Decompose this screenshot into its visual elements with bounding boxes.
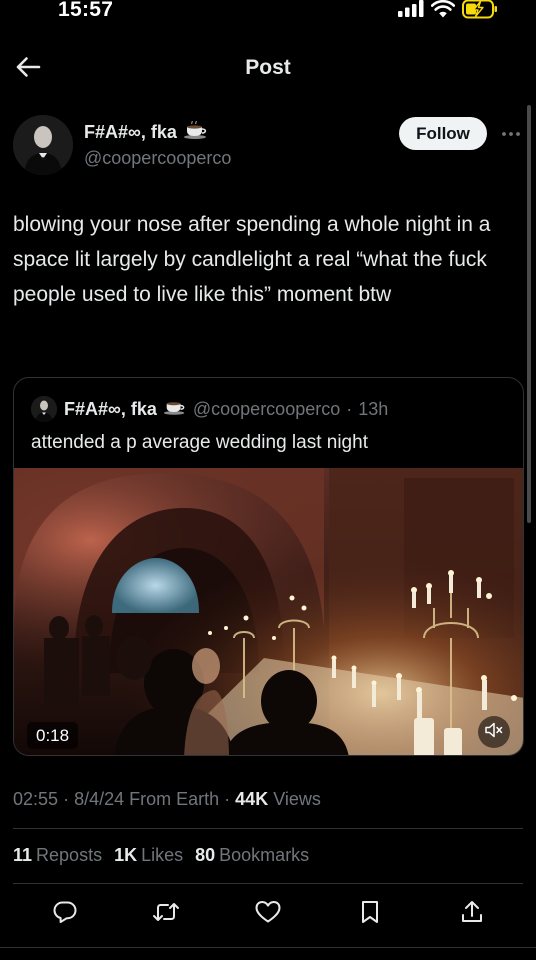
video-duration: 0:18 xyxy=(27,722,79,749)
likes-stat[interactable]: 1K Likes xyxy=(114,845,183,866)
cellular-signal-icon xyxy=(398,0,424,22)
nav-bar: Post xyxy=(0,44,536,94)
bookmark-icon xyxy=(359,899,381,930)
status-time: 15:57 xyxy=(58,0,114,21)
reply-button[interactable] xyxy=(49,898,81,930)
video-frame-image xyxy=(14,468,523,755)
wifi-icon xyxy=(430,0,456,23)
repost-button[interactable] xyxy=(150,898,182,930)
post-meta: 02:55 · 8/4/24 From Earth · 44K Views xyxy=(13,789,321,810)
divider xyxy=(13,828,523,829)
post-time: 02:55 xyxy=(13,789,59,809)
reposts-stat[interactable]: 11 Reposts xyxy=(13,845,102,866)
volume-muted-icon xyxy=(485,722,503,743)
bookmarks-label: Bookmarks xyxy=(219,845,310,865)
quoted-author-avatar[interactable] xyxy=(31,396,57,422)
battery-charging-icon xyxy=(462,0,498,24)
bookmarks-count: 80 xyxy=(195,845,216,865)
quoted-post-text: attended a p average wedding last night xyxy=(31,432,368,453)
reposts-label: Reposts xyxy=(36,845,103,865)
page-title: Post xyxy=(245,56,291,79)
coffee-cup-icon xyxy=(183,120,209,144)
separator-dot: · xyxy=(346,398,353,419)
quoted-post-age: 13h xyxy=(358,398,389,419)
repost-icon xyxy=(152,899,180,930)
likes-label: Likes xyxy=(141,845,184,865)
like-button[interactable] xyxy=(252,898,284,930)
author-name-text: F#A#∞, fka xyxy=(84,122,177,142)
follow-button[interactable]: Follow xyxy=(399,117,487,150)
post-date: 8/4/24 xyxy=(74,789,125,809)
share-icon xyxy=(460,899,484,930)
divider xyxy=(0,947,536,948)
bookmarks-stat[interactable]: 80 Bookmarks xyxy=(195,845,309,866)
quoted-author-name[interactable]: F#A#∞, fka xyxy=(64,399,157,420)
status-icons xyxy=(398,0,498,22)
author-name[interactable]: F#A#∞, fka xyxy=(84,120,209,144)
post-text: blowing your nose after spending a whole… xyxy=(13,213,491,306)
reply-icon xyxy=(52,899,78,930)
coffee-cup-icon xyxy=(163,398,187,420)
action-bar xyxy=(0,898,536,930)
quoted-post[interactable]: F#A#∞, fka @coopercooperco · 13h attende… xyxy=(13,377,524,756)
author-avatar[interactable] xyxy=(13,115,73,175)
video-player[interactable]: 0:18 xyxy=(14,468,523,755)
post-source: From Earth xyxy=(129,789,220,809)
more-horizontal-icon xyxy=(501,124,521,142)
bookmark-button[interactable] xyxy=(354,898,386,930)
likes-count: 1K xyxy=(114,845,138,865)
engagement-stats: 11 Reposts 1K Likes 80 Bookmarks xyxy=(13,845,309,866)
views-label: Views xyxy=(273,789,321,809)
more-options-button[interactable] xyxy=(499,123,523,143)
quoted-post-header: F#A#∞, fka @coopercooperco · 13h xyxy=(64,398,388,420)
separator-dot: · xyxy=(224,789,236,809)
separator-dot: · xyxy=(63,789,75,809)
share-button[interactable] xyxy=(456,898,488,930)
author-handle[interactable]: @coopercooperco xyxy=(84,148,231,169)
quoted-author-handle[interactable]: @coopercooperco xyxy=(193,399,340,420)
scrollbar[interactable] xyxy=(527,105,531,523)
views-count: 44K xyxy=(235,789,269,809)
divider xyxy=(13,883,523,884)
reposts-count: 11 xyxy=(13,845,33,865)
mute-button[interactable] xyxy=(478,716,510,748)
status-bar: 15:57 xyxy=(0,0,536,30)
like-icon xyxy=(255,900,281,929)
